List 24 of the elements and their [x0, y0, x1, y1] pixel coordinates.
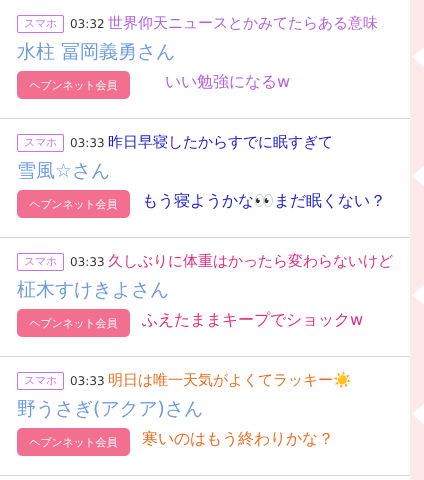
user-name[interactable]: 雪風☆さん — [17, 158, 110, 184]
member-button[interactable]: ヘブンネット会員 — [17, 309, 130, 337]
post-time: 03:33 — [70, 136, 105, 150]
handwritten-caption: 世界仰天ニュースとかみてたらある意味 — [108, 13, 378, 34]
handwritten-caption: もう寝ようかな👀まだ眠くない？ — [142, 190, 386, 212]
member-button[interactable]: ヘブンネット会員 — [17, 71, 130, 99]
device-badge: スマホ — [17, 134, 64, 152]
handwritten-caption: 昨日早寝したからすでに眠すぎて — [108, 132, 333, 153]
post-time: 03:32 — [70, 17, 105, 31]
handwritten-caption: 寒いのはもう終わりかな？ — [142, 428, 334, 450]
post-time: 03:33 — [70, 374, 105, 388]
member-button[interactable]: ヘブンネット会員 — [17, 428, 130, 456]
device-badge: スマホ — [17, 253, 64, 271]
device-badge: スマホ — [17, 15, 64, 33]
handwritten-caption: いい勉強になるw — [165, 71, 290, 93]
handwritten-caption: 久しぶりに体重はかったら変わらないけど — [108, 251, 393, 272]
handwritten-caption: 明日は唯一天気がよくてラッキー☀ — [108, 370, 352, 391]
user-name[interactable]: 柾木すけきよさん — [17, 277, 169, 303]
member-button[interactable]: ヘブンネット会員 — [17, 190, 130, 218]
user-name[interactable]: 水柱 冨岡義勇さん — [17, 39, 176, 65]
handwritten-caption: ふえたままキープでショックw — [142, 309, 364, 331]
post-time: 03:33 — [70, 255, 105, 269]
device-badge: スマホ — [17, 372, 64, 390]
user-name[interactable]: 野うさぎ(アクア)さん — [17, 396, 203, 422]
